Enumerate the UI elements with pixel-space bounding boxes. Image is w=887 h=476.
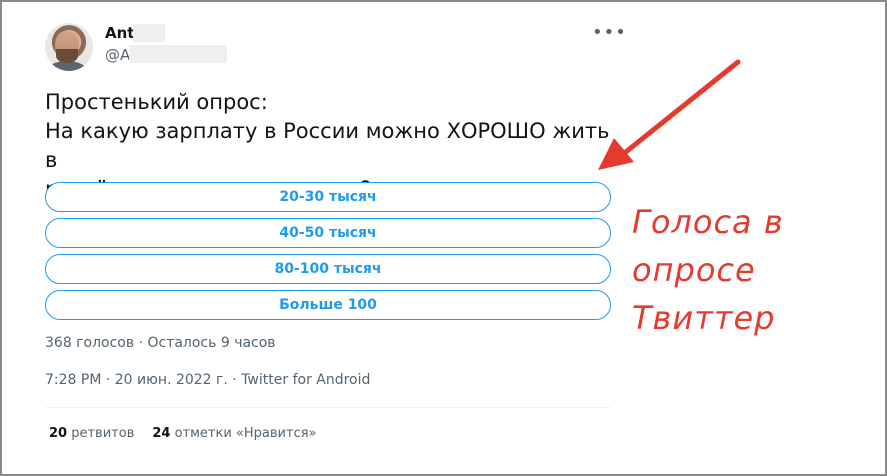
annotation-line: Голоса в xyxy=(632,203,784,241)
arrow-head xyxy=(598,138,634,170)
annotation-line: опросе Твиттер xyxy=(632,251,776,337)
annotation-text: Голоса в опросе Твиттер xyxy=(632,198,887,342)
arrow-shaft xyxy=(619,59,741,158)
